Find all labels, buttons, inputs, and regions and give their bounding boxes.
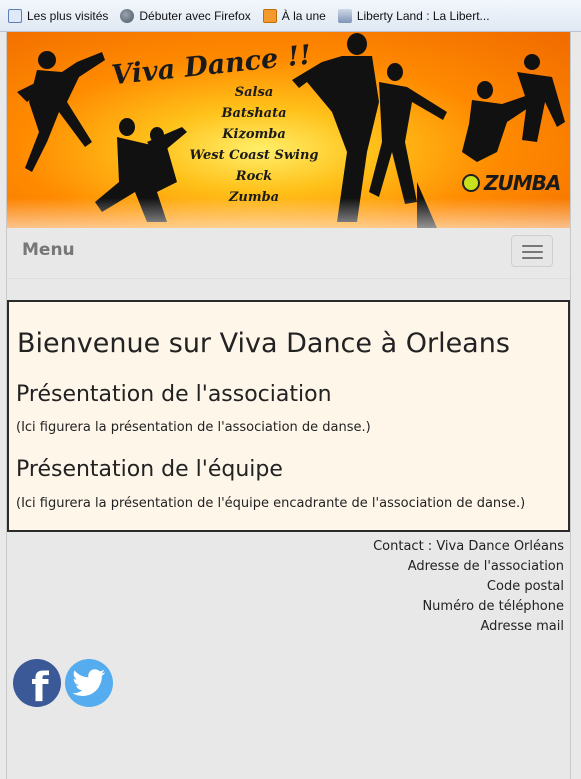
section-heading: Présentation de l'association: [16, 382, 332, 407]
page-title: Bienvenue sur Viva Dance à Orleans: [17, 328, 510, 359]
main-content: Bienvenue sur Viva Dance à Orleans Prése…: [7, 300, 570, 532]
section-text: (Ici figurera la présentation de l'équip…: [16, 496, 526, 511]
navbar: Menu: [7, 228, 570, 279]
bookmark-label: Débuter avec Firefox: [139, 8, 251, 23]
menu-brand[interactable]: Menu: [22, 240, 75, 260]
section-heading: Présentation de l'équipe: [16, 457, 283, 482]
contact-line: Adresse de l'association: [407, 559, 564, 574]
zumba-mark-icon: [462, 174, 480, 192]
bookmark-label: Les plus visités: [27, 8, 109, 23]
firefox-icon: [120, 8, 135, 23]
liberty-land-icon: [337, 8, 352, 23]
twitter-icon[interactable]: [65, 659, 113, 707]
most-visited-icon: [8, 8, 22, 23]
hamburger-icon: [522, 257, 543, 259]
dance-list: Salsa Batshata Kizomba West Coast Swing …: [179, 82, 329, 208]
rss-icon: [262, 8, 277, 23]
social-links: f: [13, 659, 113, 711]
bookmark-getting-started[interactable]: Débuter avec Firefox: [120, 8, 251, 23]
zumba-logo-text: ZUMBA: [484, 171, 561, 195]
bookmark-headlines[interactable]: À la une: [262, 8, 326, 23]
facebook-icon[interactable]: f: [13, 659, 61, 711]
bookmark-liberty-land[interactable]: Liberty Land : La Libert...: [337, 8, 490, 23]
contact-info: Contact : Viva Dance Orléans Adresse de …: [373, 537, 564, 637]
contact-line: Code postal: [486, 579, 564, 594]
dance-item: Kizomba: [222, 127, 286, 142]
dance-item: West Coast Swing: [189, 148, 319, 163]
contact-line: Adresse mail: [480, 619, 564, 634]
section-text: (Ici figurera la présentation de l'assoc…: [16, 420, 371, 435]
dance-item: Salsa: [234, 85, 274, 100]
site-banner: Viva Dance !! Salsa Batshata Kizomba Wes…: [7, 32, 570, 228]
hamburger-icon: [522, 251, 543, 253]
bookmark-label: Liberty Land : La Libert...: [356, 8, 490, 23]
web-page: Viva Dance !! Salsa Batshata Kizomba Wes…: [6, 32, 571, 779]
hamburger-icon: [522, 245, 543, 247]
menu-toggle-button[interactable]: [511, 235, 553, 267]
bookmark-most-visited[interactable]: Les plus visités: [8, 8, 109, 23]
dance-item: Rock: [235, 169, 273, 184]
contact-line: Numéro de téléphone: [422, 599, 564, 614]
banner-fade: [7, 198, 570, 228]
zumba-logo: ZUMBA: [462, 171, 561, 195]
bookmark-label: À la une: [281, 8, 326, 23]
contact-line: Contact : Viva Dance Orléans: [373, 539, 564, 554]
dance-item: Batshata: [221, 106, 287, 121]
bookmarks-toolbar: Les plus visités Débuter avec Firefox À …: [0, 0, 581, 32]
